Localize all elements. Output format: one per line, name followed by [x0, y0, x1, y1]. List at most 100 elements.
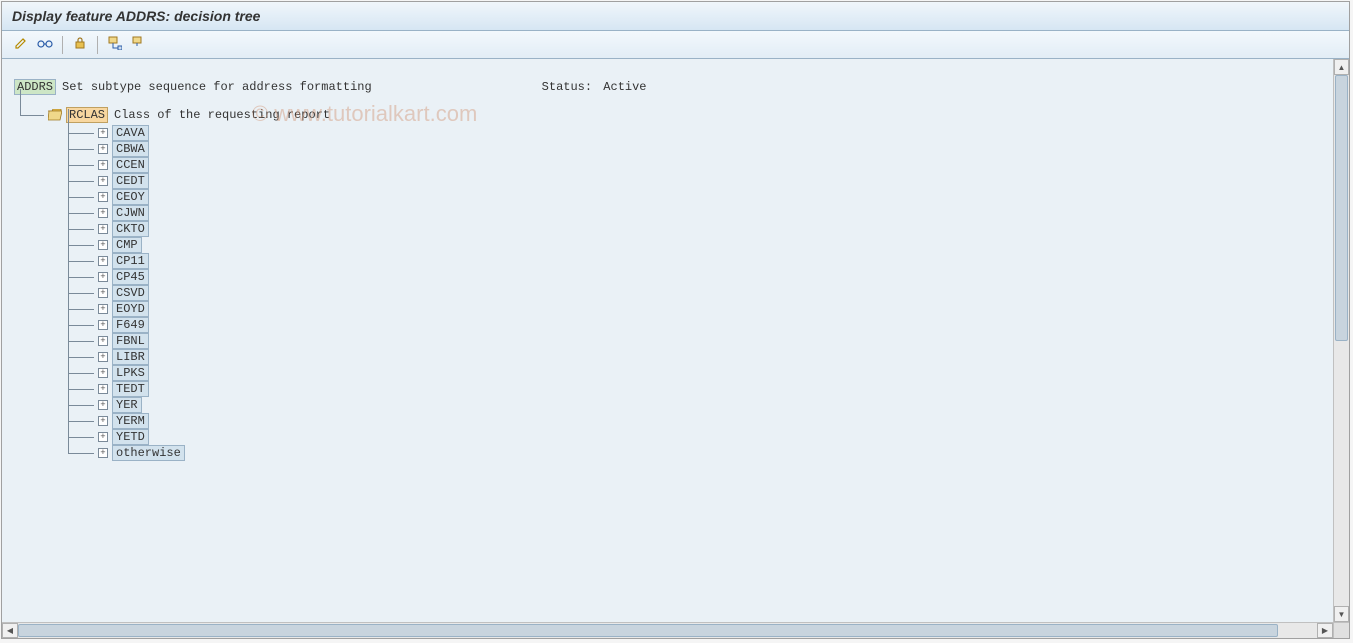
expand-node-icon[interactable]: + [98, 320, 108, 330]
hscroll-thumb[interactable] [18, 624, 1278, 637]
tree-root: ADDRS Set subtype sequence for address f… [14, 79, 1321, 95]
expand-node-icon[interactable]: + [98, 368, 108, 378]
tree-node-label[interactable]: CEOY [112, 189, 149, 205]
folder-open-icon[interactable] [48, 109, 62, 121]
tree-node: + YERM [68, 413, 1321, 429]
toolbar-edit-button[interactable] [10, 34, 32, 56]
expand-node-icon[interactable]: + [98, 400, 108, 410]
expand-node-icon[interactable]: + [98, 192, 108, 202]
tree-node-label[interactable]: YER [112, 397, 142, 413]
tree-node-label[interactable]: LPKS [112, 365, 149, 381]
expand-node-icon[interactable]: + [98, 208, 108, 218]
expand-node-icon[interactable]: + [98, 432, 108, 442]
tree-node: + otherwise [68, 445, 1321, 461]
tree-node-label[interactable]: CP11 [112, 253, 149, 269]
expand-node-icon[interactable]: + [98, 128, 108, 138]
scroll-right-button[interactable]: ▶ [1317, 623, 1333, 638]
hscroll-track[interactable] [18, 623, 1317, 638]
tree-connector [68, 221, 98, 237]
tree-node-label[interactable]: CBWA [112, 141, 149, 157]
tree-node-label[interactable]: TEDT [112, 381, 149, 397]
expand-node-icon[interactable]: + [98, 240, 108, 250]
tree-connector [68, 365, 98, 381]
expand-node-icon[interactable]: + [98, 288, 108, 298]
tree-node: + CBWA [68, 141, 1321, 157]
tree-node-label[interactable]: F649 [112, 317, 149, 333]
tree-node-label[interactable]: YERM [112, 413, 149, 429]
horizontal-scrollbar[interactable]: ◀ ▶ [2, 622, 1333, 638]
tree-node-label[interactable]: YETD [112, 429, 149, 445]
tree-node-label[interactable]: LIBR [112, 349, 149, 365]
expand-node-icon[interactable]: + [98, 224, 108, 234]
tree-node-label[interactable]: CSVD [112, 285, 149, 301]
toolbar-display-object-button[interactable] [69, 34, 91, 56]
tree-connector [68, 333, 98, 349]
scroll-down-button[interactable]: ▼ [1334, 606, 1349, 622]
vertical-scrollbar[interactable]: ▲ ▼ [1333, 59, 1349, 622]
tree-node: + TEDT [68, 381, 1321, 397]
tree-node: + CSVD [68, 285, 1321, 301]
tree-node: + CCEN [68, 157, 1321, 173]
expand-node-icon[interactable]: + [98, 336, 108, 346]
tree-node-label[interactable]: CCEN [112, 157, 149, 173]
rclas-code[interactable]: RCLAS [66, 107, 108, 123]
tree-expand-icon [108, 36, 122, 53]
status-label: Status: Active [542, 80, 647, 94]
expand-node-icon[interactable]: + [98, 416, 108, 426]
scroll-left-button[interactable]: ◀ [2, 623, 18, 638]
tree-connector [68, 125, 98, 141]
tree-node-label[interactable]: CAVA [112, 125, 149, 141]
tree-node-label[interactable]: CEDT [112, 173, 149, 189]
expand-node-icon[interactable]: + [98, 384, 108, 394]
toolbar-check-button[interactable] [34, 34, 56, 56]
tree-connector [68, 429, 98, 445]
tree-node: + YER [68, 397, 1321, 413]
tree-node-label[interactable]: otherwise [112, 445, 185, 461]
tree-node-label[interactable]: CJWN [112, 205, 149, 221]
tree-node-label[interactable]: EOYD [112, 301, 149, 317]
expand-node-icon[interactable]: + [98, 304, 108, 314]
tree-node-label[interactable]: FBNL [112, 333, 149, 349]
expand-node-icon[interactable]: + [98, 448, 108, 458]
tree-connector [68, 381, 98, 397]
tree-node-label[interactable]: CMP [112, 237, 142, 253]
tree-node: + CP45 [68, 269, 1321, 285]
tree-collapse-icon [132, 36, 146, 53]
tree-node: + LPKS [68, 365, 1321, 381]
expand-node-icon[interactable]: + [98, 256, 108, 266]
tree-node: + CKTO [68, 221, 1321, 237]
app-frame: Display feature ADDRS: decision tree [1, 1, 1350, 639]
expand-node-icon[interactable]: + [98, 160, 108, 170]
tree-node: + CP11 [68, 253, 1321, 269]
feature-description: Set subtype sequence for address formatt… [62, 80, 372, 94]
tree-node: + EOYD [68, 301, 1321, 317]
vscroll-track[interactable] [1334, 75, 1349, 606]
glasses-icon [37, 36, 53, 53]
toolbar-expand-button[interactable] [104, 34, 126, 56]
tree-node-label[interactable]: CKTO [112, 221, 149, 237]
title-bar: Display feature ADDRS: decision tree [2, 2, 1349, 31]
vscroll-thumb[interactable] [1335, 75, 1348, 341]
tree-connector [68, 397, 98, 413]
expand-node-icon[interactable]: + [98, 352, 108, 362]
tree-connector [68, 205, 98, 221]
toolbar-separator [97, 36, 98, 54]
tree-connector [68, 317, 98, 333]
expand-node-icon[interactable]: + [98, 272, 108, 282]
content-wrapper: © www.tutorialkart.com ADDRS Set subtype… [2, 59, 1349, 638]
tree-connector [68, 237, 98, 253]
toolbar-collapse-button[interactable] [128, 34, 150, 56]
expand-node-icon[interactable]: + [98, 176, 108, 186]
tree-node: + CMP [68, 237, 1321, 253]
tree-connector [68, 173, 98, 189]
expand-node-icon[interactable]: + [98, 144, 108, 154]
tree-connector [68, 301, 98, 317]
content-area: ADDRS Set subtype sequence for address f… [2, 59, 1333, 622]
scroll-up-button[interactable]: ▲ [1334, 59, 1349, 75]
tree-node: + CEDT [68, 173, 1321, 189]
tree-connector [68, 413, 98, 429]
tree-node-label[interactable]: CP45 [112, 269, 149, 285]
rclas-description: Class of the requesting report [114, 108, 330, 122]
rclas-subtree: +CAVA+CBWA+CCEN+CEDT+CEOY+CJWN+CKTO+CMP+… [68, 125, 1321, 461]
scrollbar-corner [1333, 622, 1349, 638]
